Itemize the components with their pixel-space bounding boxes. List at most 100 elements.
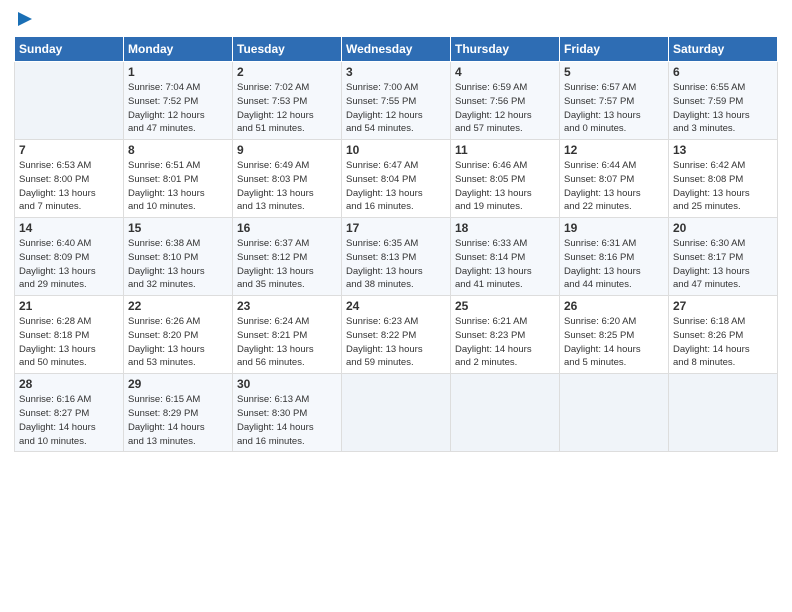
col-header-wednesday: Wednesday bbox=[342, 37, 451, 62]
day-info: Sunrise: 6:23 AM Sunset: 8:22 PM Dayligh… bbox=[346, 315, 446, 370]
day-number: 15 bbox=[128, 221, 228, 235]
day-cell: 15 Sunrise: 6:38 AM Sunset: 8:10 PM Dayli… bbox=[124, 218, 233, 296]
day-cell: 24 Sunrise: 6:23 AM Sunset: 8:22 PM Dayli… bbox=[342, 296, 451, 374]
col-header-tuesday: Tuesday bbox=[233, 37, 342, 62]
day-cell: 30Sunrise: 6:13 AM Sunset: 8:30 PM Dayli… bbox=[233, 374, 342, 452]
day-info: Sunrise: 6:49 AM Sunset: 8:03 PM Dayligh… bbox=[237, 159, 337, 214]
day-info: Sunrise: 7:02 AM Sunset: 7:53 PM Dayligh… bbox=[237, 81, 337, 136]
day-info: Sunrise: 6:26 AM Sunset: 8:20 PM Dayligh… bbox=[128, 315, 228, 370]
day-info: Sunrise: 6:33 AM Sunset: 8:14 PM Dayligh… bbox=[455, 237, 555, 292]
logo-arrow-icon bbox=[16, 10, 34, 28]
logo-text-block bbox=[14, 10, 34, 28]
day-number: 28 bbox=[19, 377, 119, 391]
day-number: 25 bbox=[455, 299, 555, 313]
day-number: 29 bbox=[128, 377, 228, 391]
col-header-thursday: Thursday bbox=[451, 37, 560, 62]
day-number: 22 bbox=[128, 299, 228, 313]
day-number: 10 bbox=[346, 143, 446, 157]
day-info: Sunrise: 6:42 AM Sunset: 8:08 PM Dayligh… bbox=[673, 159, 773, 214]
day-cell: 29 Sunrise: 6:15 AM Sunset: 8:29 PM Dayli… bbox=[124, 374, 233, 452]
day-number: 11 bbox=[455, 143, 555, 157]
day-cell: 3 Sunrise: 7:00 AM Sunset: 7:55 PM Daylig… bbox=[342, 62, 451, 140]
col-header-friday: Friday bbox=[560, 37, 669, 62]
day-number: 9 bbox=[237, 143, 337, 157]
day-cell: 28 Sunrise: 6:16 AM Sunset: 8:27 PM Dayli… bbox=[15, 374, 124, 452]
header-row: SundayMondayTuesdayWednesdayThursdayFrid… bbox=[15, 37, 778, 62]
day-cell: 21 Sunrise: 6:28 AM Sunset: 8:18 PM Dayli… bbox=[15, 296, 124, 374]
day-cell: 23Sunrise: 6:24 AM Sunset: 8:21 PM Dayli… bbox=[233, 296, 342, 374]
week-row-3: 14 Sunrise: 6:40 AM Sunset: 8:09 PM Dayli… bbox=[15, 218, 778, 296]
day-info: Sunrise: 7:04 AM Sunset: 7:52 PM Dayligh… bbox=[128, 81, 228, 136]
day-cell: 10 Sunrise: 6:47 AM Sunset: 8:04 PM Dayli… bbox=[342, 140, 451, 218]
day-info: Sunrise: 6:51 AM Sunset: 8:01 PM Dayligh… bbox=[128, 159, 228, 214]
day-number: 1 bbox=[128, 65, 228, 79]
day-number: 5 bbox=[564, 65, 664, 79]
day-number: 7 bbox=[19, 143, 119, 157]
day-cell: 16Sunrise: 6:37 AM Sunset: 8:12 PM Dayli… bbox=[233, 218, 342, 296]
day-number: 23 bbox=[237, 299, 337, 313]
day-info: Sunrise: 6:21 AM Sunset: 8:23 PM Dayligh… bbox=[455, 315, 555, 370]
day-cell bbox=[15, 62, 124, 140]
day-info: Sunrise: 6:30 AM Sunset: 8:17 PM Dayligh… bbox=[673, 237, 773, 292]
day-info: Sunrise: 6:59 AM Sunset: 7:56 PM Dayligh… bbox=[455, 81, 555, 136]
day-info: Sunrise: 6:38 AM Sunset: 8:10 PM Dayligh… bbox=[128, 237, 228, 292]
day-number: 13 bbox=[673, 143, 773, 157]
day-number: 16 bbox=[237, 221, 337, 235]
day-number: 4 bbox=[455, 65, 555, 79]
day-cell: 8 Sunrise: 6:51 AM Sunset: 8:01 PM Daylig… bbox=[124, 140, 233, 218]
day-cell: 26Sunrise: 6:20 AM Sunset: 8:25 PM Dayli… bbox=[560, 296, 669, 374]
day-cell: 12 Sunrise: 6:44 AM Sunset: 8:07 PM Dayli… bbox=[560, 140, 669, 218]
day-cell: 11 Sunrise: 6:46 AM Sunset: 8:05 PM Dayli… bbox=[451, 140, 560, 218]
day-info: Sunrise: 6:28 AM Sunset: 8:18 PM Dayligh… bbox=[19, 315, 119, 370]
col-header-monday: Monday bbox=[124, 37, 233, 62]
calendar-table: SundayMondayTuesdayWednesdayThursdayFrid… bbox=[14, 36, 778, 452]
day-cell: 5Sunrise: 6:57 AM Sunset: 7:57 PM Daylig… bbox=[560, 62, 669, 140]
col-header-saturday: Saturday bbox=[669, 37, 778, 62]
day-cell: 4 Sunrise: 6:59 AM Sunset: 7:56 PM Daylig… bbox=[451, 62, 560, 140]
day-cell: 18Sunrise: 6:33 AM Sunset: 8:14 PM Dayli… bbox=[451, 218, 560, 296]
day-cell bbox=[342, 374, 451, 452]
day-info: Sunrise: 6:16 AM Sunset: 8:27 PM Dayligh… bbox=[19, 393, 119, 448]
day-info: Sunrise: 6:31 AM Sunset: 8:16 PM Dayligh… bbox=[564, 237, 664, 292]
day-number: 6 bbox=[673, 65, 773, 79]
day-number: 17 bbox=[346, 221, 446, 235]
day-cell: 17 Sunrise: 6:35 AM Sunset: 8:13 PM Dayli… bbox=[342, 218, 451, 296]
day-number: 12 bbox=[564, 143, 664, 157]
day-cell: 19 Sunrise: 6:31 AM Sunset: 8:16 PM Dayli… bbox=[560, 218, 669, 296]
day-number: 3 bbox=[346, 65, 446, 79]
week-row-4: 21 Sunrise: 6:28 AM Sunset: 8:18 PM Dayli… bbox=[15, 296, 778, 374]
day-number: 8 bbox=[128, 143, 228, 157]
day-number: 14 bbox=[19, 221, 119, 235]
day-cell: 27 Sunrise: 6:18 AM Sunset: 8:26 PM Dayli… bbox=[669, 296, 778, 374]
day-cell: 7Sunrise: 6:53 AM Sunset: 8:00 PM Daylig… bbox=[15, 140, 124, 218]
day-cell: 6 Sunrise: 6:55 AM Sunset: 7:59 PM Daylig… bbox=[669, 62, 778, 140]
day-number: 27 bbox=[673, 299, 773, 313]
day-info: Sunrise: 6:18 AM Sunset: 8:26 PM Dayligh… bbox=[673, 315, 773, 370]
day-info: Sunrise: 6:40 AM Sunset: 8:09 PM Dayligh… bbox=[19, 237, 119, 292]
day-info: Sunrise: 6:20 AM Sunset: 8:25 PM Dayligh… bbox=[564, 315, 664, 370]
day-info: Sunrise: 6:55 AM Sunset: 7:59 PM Dayligh… bbox=[673, 81, 773, 136]
day-number: 2 bbox=[237, 65, 337, 79]
day-cell bbox=[669, 374, 778, 452]
day-cell: 2 Sunrise: 7:02 AM Sunset: 7:53 PM Daylig… bbox=[233, 62, 342, 140]
week-row-2: 7Sunrise: 6:53 AM Sunset: 8:00 PM Daylig… bbox=[15, 140, 778, 218]
day-number: 21 bbox=[19, 299, 119, 313]
header bbox=[14, 10, 778, 28]
col-header-sunday: Sunday bbox=[15, 37, 124, 62]
day-info: Sunrise: 7:00 AM Sunset: 7:55 PM Dayligh… bbox=[346, 81, 446, 136]
page-container: SundayMondayTuesdayWednesdayThursdayFrid… bbox=[0, 0, 792, 462]
day-cell: 13 Sunrise: 6:42 AM Sunset: 8:08 PM Dayli… bbox=[669, 140, 778, 218]
day-number: 24 bbox=[346, 299, 446, 313]
week-row-1: 1 Sunrise: 7:04 AM Sunset: 7:52 PM Daylig… bbox=[15, 62, 778, 140]
day-info: Sunrise: 6:46 AM Sunset: 8:05 PM Dayligh… bbox=[455, 159, 555, 214]
day-info: Sunrise: 6:44 AM Sunset: 8:07 PM Dayligh… bbox=[564, 159, 664, 214]
day-cell bbox=[451, 374, 560, 452]
day-number: 30 bbox=[237, 377, 337, 391]
day-info: Sunrise: 6:47 AM Sunset: 8:04 PM Dayligh… bbox=[346, 159, 446, 214]
day-number: 19 bbox=[564, 221, 664, 235]
day-info: Sunrise: 6:15 AM Sunset: 8:29 PM Dayligh… bbox=[128, 393, 228, 448]
day-cell: 22 Sunrise: 6:26 AM Sunset: 8:20 PM Dayli… bbox=[124, 296, 233, 374]
day-number: 20 bbox=[673, 221, 773, 235]
day-info: Sunrise: 6:35 AM Sunset: 8:13 PM Dayligh… bbox=[346, 237, 446, 292]
day-cell: 20 Sunrise: 6:30 AM Sunset: 8:17 PM Dayli… bbox=[669, 218, 778, 296]
